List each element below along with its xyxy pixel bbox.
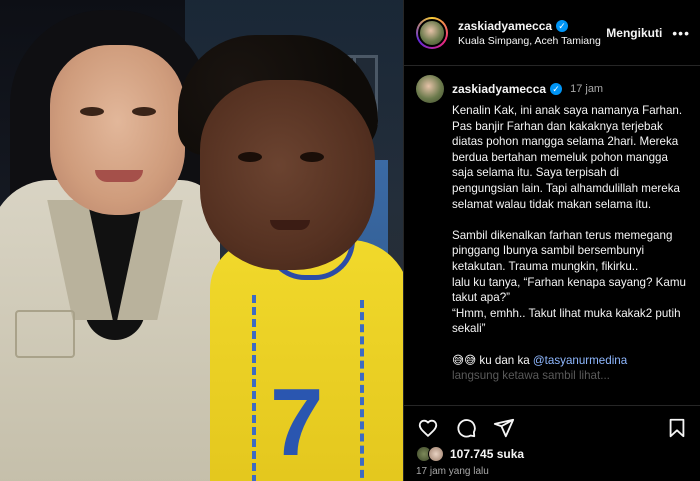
emoji-sweat-smile: 😅😅 — [452, 353, 477, 367]
post-sidebar: zaskiadyamecca ✓ Kuala Simpang, Aceh Tam… — [403, 0, 700, 481]
woman-jacket — [0, 180, 220, 481]
more-options-icon[interactable]: ••• — [672, 25, 690, 41]
caption-line: ku dan ka — [476, 353, 533, 367]
mention-link[interactable]: @tasyanurmedina — [533, 354, 627, 367]
action-bar — [404, 405, 700, 449]
bookmark-icon-svg — [669, 418, 685, 437]
caption-paragraph-2: Sambil dikenalkan farhan terus memegang … — [452, 228, 687, 337]
caption-username[interactable]: zaskiadyamecca ✓ — [452, 82, 563, 96]
bookmark-icon[interactable] — [665, 416, 689, 440]
boy-mouth — [270, 220, 310, 230]
caption-text: Kenalin Kak, ini anak saya namanya Farha… — [452, 103, 687, 384]
likes-row[interactable]: 107.745 suka — [416, 446, 524, 462]
heart-icon-svg — [418, 419, 438, 437]
post-time-ago[interactable]: 17 jam yang lalu — [416, 466, 489, 477]
shirt-stripe-right — [360, 300, 364, 481]
woman-eye-right — [132, 107, 156, 116]
likes-word: suka — [496, 447, 525, 461]
jersey-number: 7 — [270, 369, 324, 476]
boy-shirt: 7 — [210, 240, 403, 481]
woman-face — [50, 45, 185, 215]
caption-avatar-image — [416, 75, 444, 103]
jacket-pocket — [15, 310, 75, 358]
verified-badge-icon: ✓ — [556, 19, 569, 32]
woman-mouth — [95, 170, 143, 182]
shirt-stripe-left — [252, 295, 256, 481]
caption-header: zaskiadyamecca ✓ 17 jam — [416, 75, 687, 103]
following-button[interactable]: Mengikuti — [606, 26, 662, 40]
comment-icon[interactable] — [454, 416, 478, 440]
caption-line: “Hmm, emhh.. Takut lihat muka kakak2 put… — [452, 306, 681, 336]
post-header: zaskiadyamecca ✓ Kuala Simpang, Aceh Tam… — [404, 0, 700, 66]
caption-avatar[interactable] — [416, 75, 444, 103]
heart-icon[interactable] — [416, 416, 440, 440]
boy-eye-right — [300, 152, 324, 162]
avatar[interactable] — [416, 16, 448, 49]
caption-paragraph-3: 😅😅 ku dan ka @tasyanurmedina langsung ke… — [452, 353, 687, 384]
liker-avatar — [428, 446, 444, 462]
header-username[interactable]: zaskiadyamecca ✓ — [458, 19, 600, 33]
likes-number: 107.745 — [450, 447, 494, 461]
caption-line: Sambil dikenalkan farhan terus memegang … — [452, 228, 673, 273]
avatar-image — [418, 18, 446, 47]
likes-count: 107.745 suka — [450, 447, 524, 461]
caption-time[interactable]: 17 jam — [570, 83, 603, 95]
post-photo[interactable]: 7 — [0, 0, 403, 481]
caption-verified-badge-icon: ✓ — [550, 83, 563, 95]
caption-username-text: zaskiadyamecca — [452, 82, 547, 96]
comment-icon-svg — [457, 418, 476, 437]
caption-line: lalu ku tanya, “Farhan kenapa sayang? Ka… — [452, 275, 686, 305]
woman-eye-left — [80, 107, 104, 116]
header-text: zaskiadyamecca ✓ Kuala Simpang, Aceh Tam… — [458, 19, 601, 47]
share-icon-svg — [493, 418, 515, 437]
share-icon[interactable] — [492, 416, 516, 440]
caption-faded-line: langsung ketawa sambil lihat... — [452, 369, 610, 383]
username-text: zaskiadyamecca — [458, 18, 553, 33]
post-viewer: 7 zaskiadyamecca ✓ Kuala Simpang, Aceh T… — [0, 0, 700, 481]
comments-section[interactable]: zaskiadyamecca ✓ 17 jam Kenalin Kak, ini… — [404, 67, 700, 405]
boy-face — [200, 80, 375, 270]
location-link[interactable]: Kuala Simpang, Aceh Tamiang — [458, 35, 601, 47]
boy-eye-left — [238, 152, 262, 162]
caption-paragraph-1: Kenalin Kak, ini anak saya namanya Farha… — [452, 104, 683, 211]
